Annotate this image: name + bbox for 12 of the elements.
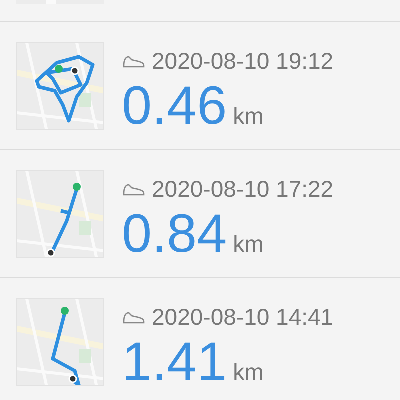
distance-value: 0.84 xyxy=(122,207,228,261)
distance-value: 0.46 xyxy=(122,79,228,133)
distance-value: 1.41 xyxy=(122,335,228,389)
distance-unit: km xyxy=(233,359,264,386)
distance-unit: km xyxy=(233,231,264,258)
shoe-icon xyxy=(122,54,146,70)
activity-date: 2020-08-10 17:22 xyxy=(152,176,334,203)
shoe-icon xyxy=(122,182,146,198)
activity-date: 2020-08-10 19:12 xyxy=(152,48,334,75)
distance-unit: km xyxy=(233,103,264,130)
activity-date: 2020-08-10 14:41 xyxy=(152,304,334,331)
shoe-icon xyxy=(122,310,146,326)
